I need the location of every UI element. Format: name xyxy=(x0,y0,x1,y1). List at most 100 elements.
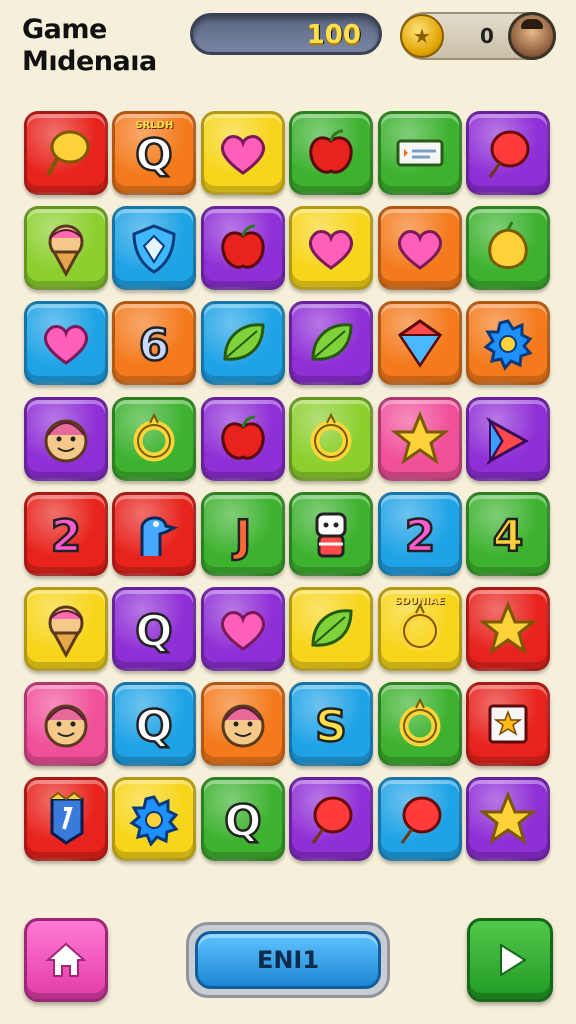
ring-icon xyxy=(133,412,175,462)
coin-bar[interactable]: ★ 0 xyxy=(400,12,556,60)
face-icon xyxy=(44,704,88,748)
tile[interactable] xyxy=(465,111,550,195)
tile[interactable] xyxy=(200,586,285,671)
play-icon xyxy=(500,943,527,977)
tile[interactable] xyxy=(289,777,374,862)
letter-q-icon: Q xyxy=(223,795,263,849)
tile[interactable] xyxy=(24,586,108,671)
letter-q-icon: Q xyxy=(134,700,174,754)
tile[interactable] xyxy=(200,682,285,767)
tile[interactable] xyxy=(465,777,550,862)
tile[interactable] xyxy=(112,777,197,862)
tile[interactable] xyxy=(112,491,197,576)
heart-icon xyxy=(220,135,265,175)
tile[interactable] xyxy=(289,206,374,291)
tile-glyph: S xyxy=(315,701,347,752)
tile[interactable] xyxy=(465,586,550,671)
tile[interactable]: Q SRLDH xyxy=(112,111,197,195)
ring-icon xyxy=(310,412,352,462)
tile[interactable] xyxy=(377,682,462,767)
tile[interactable] xyxy=(24,301,108,386)
tile[interactable] xyxy=(289,586,374,671)
tile[interactable] xyxy=(289,111,374,195)
tile-glyph: Q xyxy=(224,796,261,847)
tile[interactable] xyxy=(200,396,285,481)
tile[interactable]: SDUNIAE xyxy=(377,586,462,671)
face-icon xyxy=(44,419,88,463)
tile-glyph: J xyxy=(232,511,251,562)
tile[interactable] xyxy=(112,206,197,291)
tile-grid: Q SRLDH 6 2 J 2 4 Q SDUNIAE Q S Q xyxy=(24,111,550,862)
ice-cream-icon xyxy=(48,224,84,278)
home-icon xyxy=(45,942,87,977)
tile[interactable]: J xyxy=(200,491,285,576)
tile[interactable] xyxy=(377,206,462,291)
gear-icon xyxy=(483,319,533,372)
play-button[interactable] xyxy=(467,918,553,1002)
game-title: Game Mıdenaıa xyxy=(22,14,192,78)
face-icon xyxy=(221,704,265,748)
tile[interactable] xyxy=(24,206,108,291)
coin-icon: ★ xyxy=(400,14,444,58)
letter-j-icon: J xyxy=(230,510,252,564)
heart-icon xyxy=(397,230,442,271)
coin-count: 0 xyxy=(480,24,494,48)
tile[interactable]: 2 xyxy=(24,491,108,576)
tile[interactable] xyxy=(377,111,462,195)
card-star-icon xyxy=(488,704,528,744)
letter-6-icon: 6 xyxy=(138,319,171,373)
star-icon xyxy=(478,791,538,845)
main-action-button[interactable]: ENI1 xyxy=(186,922,390,998)
score-bar: 100 xyxy=(190,13,382,55)
tile[interactable]: 6 xyxy=(112,301,197,386)
flag-icon xyxy=(49,792,84,846)
arrow-icon xyxy=(485,416,530,465)
home-button[interactable] xyxy=(24,918,108,1002)
balloon-icon xyxy=(488,130,530,178)
tile[interactable] xyxy=(200,111,285,195)
tile[interactable] xyxy=(112,396,197,481)
tile-badge-text: SDUNIAE xyxy=(394,595,445,607)
apple-icon xyxy=(221,415,265,460)
tile[interactable] xyxy=(465,301,550,386)
tile-glyph: 2 xyxy=(404,511,435,562)
leaf-icon xyxy=(223,323,265,361)
star-icon xyxy=(478,600,538,655)
tile[interactable] xyxy=(377,396,462,481)
tile[interactable]: 2 xyxy=(377,491,462,576)
tile[interactable] xyxy=(24,111,108,195)
tile-badge-text: SRLDH xyxy=(135,120,174,131)
tile[interactable] xyxy=(200,206,285,291)
title-line-2: Mıdenaıa xyxy=(22,46,157,77)
robot-icon xyxy=(315,512,347,558)
tile[interactable]: Q xyxy=(200,777,285,862)
tile[interactable] xyxy=(24,396,108,481)
lollipop-icon xyxy=(46,130,90,176)
heart-icon xyxy=(220,610,265,651)
tile[interactable] xyxy=(24,682,108,767)
tile[interactable] xyxy=(465,206,550,291)
gear-icon xyxy=(129,795,179,848)
tile[interactable]: 4 xyxy=(465,491,550,576)
tile[interactable] xyxy=(24,777,108,862)
number-2-icon: 2 xyxy=(403,510,436,564)
tile[interactable] xyxy=(377,777,462,862)
lemon-icon xyxy=(488,221,528,270)
tile[interactable]: Q xyxy=(112,586,197,671)
tile[interactable] xyxy=(465,396,550,481)
tile-glyph: Q xyxy=(136,130,173,181)
tile[interactable] xyxy=(289,491,374,576)
avatar[interactable] xyxy=(508,12,556,60)
tile[interactable] xyxy=(289,396,374,481)
gem-icon xyxy=(397,319,442,369)
score-value: 100 xyxy=(306,20,361,50)
apple-icon xyxy=(309,129,353,174)
tile[interactable] xyxy=(289,301,374,386)
tile[interactable]: S xyxy=(289,682,374,767)
tile[interactable]: Q xyxy=(112,682,197,767)
balloon-icon xyxy=(400,796,442,845)
tile[interactable] xyxy=(200,301,285,386)
tile[interactable] xyxy=(377,301,462,386)
tile[interactable] xyxy=(465,682,550,767)
letter-q-icon: Q xyxy=(134,605,174,659)
